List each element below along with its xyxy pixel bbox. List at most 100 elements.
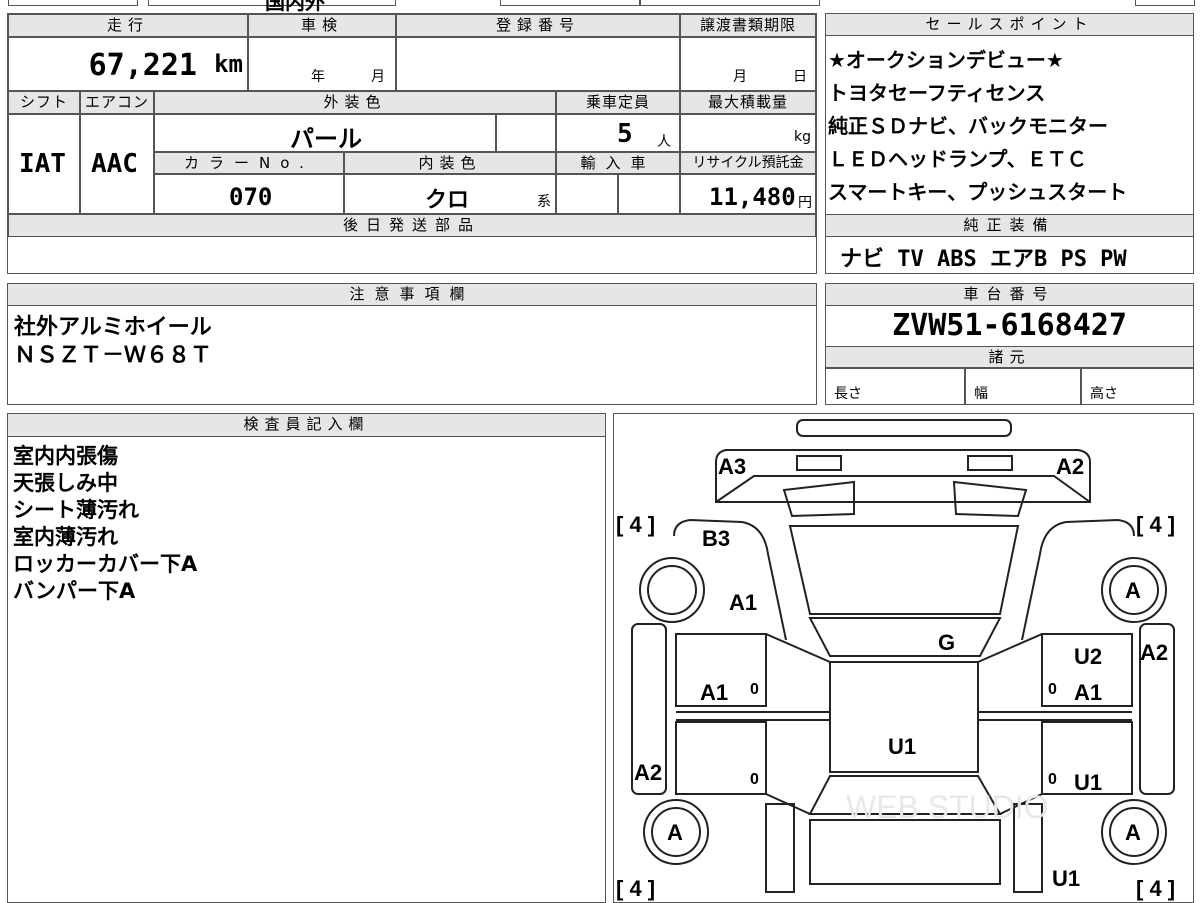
capacity-value: 5 xyxy=(617,119,633,149)
aircon-cell: AAC xyxy=(80,114,154,214)
inspector-line: 室内内張傷 xyxy=(13,444,118,468)
mark-front-right: A2 xyxy=(1056,454,1084,479)
car-diagram: WEB STUDIO [ 4 ] [ 4 ] [ 4 ] [ 4 ] A3 A2… xyxy=(616,419,1175,901)
vehicle-table: 走行 車検 登録番号 譲渡書類期限 67,221 km 年 月 月 日 シフト … xyxy=(7,13,817,274)
aircon-value: AAC xyxy=(91,149,138,179)
shift-cell: IAT xyxy=(8,114,80,214)
inspection-header: 車検 xyxy=(248,14,396,37)
recycle-cell: 11,480 円 xyxy=(680,174,816,214)
mileage-cell: 67,221 km xyxy=(8,37,248,91)
recycle-value: 11,480 xyxy=(709,183,796,211)
length-cell: 長さ xyxy=(825,368,965,405)
sales-points-panel: セールスポイント ★オークションデビュー★ トヨタセーフティセンス 純正ＳＤナビ… xyxy=(825,13,1194,274)
mark-glass: G xyxy=(938,630,955,655)
sales-points-header: セールスポイント xyxy=(825,13,1194,36)
mark-right-rear-door: U1 xyxy=(1074,770,1102,795)
recycle-header: リサイクル預託金 xyxy=(680,152,816,174)
chassis-number: ZVW51-6168427 xyxy=(892,308,1127,343)
registration-header: 登録番号 xyxy=(396,14,680,37)
interior-color-header: 内装色 xyxy=(344,152,556,174)
wheel-left-front-shape xyxy=(639,557,705,623)
hood-vents xyxy=(782,480,1028,518)
tire-right-bottom: [ 4 ] xyxy=(1136,876,1175,901)
mark-left-quarter: A2 xyxy=(634,760,662,785)
exterior-color-cell: パール xyxy=(154,114,496,153)
inspector-line: シート薄汚れ xyxy=(13,498,139,522)
chassis-panel: 車台番号 ZVW51-6168427 諸元 長さ 幅 高さ xyxy=(825,283,1194,405)
mark-front-left: A3 xyxy=(718,454,746,479)
color-no-value: 070 xyxy=(229,183,273,211)
interior-color-value: クロ xyxy=(425,188,470,213)
note-line: 社外アルミホイール xyxy=(14,315,212,340)
mark-left-front-door: A1 xyxy=(729,590,757,615)
inspector-header: 検査員記入欄 xyxy=(7,413,606,437)
windshield-shape xyxy=(788,525,1020,615)
height-cell: 高さ xyxy=(1081,368,1194,405)
capacity-unit: 人 xyxy=(657,134,671,150)
inspector-line: バンパー下A xyxy=(13,579,136,603)
wheel-left-front-inner xyxy=(647,565,697,615)
left-rear-quarter xyxy=(765,803,795,893)
color-no-cell: 070 xyxy=(154,174,344,214)
headlight-left-shape xyxy=(796,455,842,471)
chassis-header: 車台番号 xyxy=(825,283,1194,306)
sales-point-item: スマートキー、プッシュスタート xyxy=(828,180,1128,204)
shift-header: シフト xyxy=(8,91,80,114)
mark-left-fender: B3 xyxy=(702,526,730,551)
sales-point-item: ＬＥＤヘッドランプ、ＥＴＣ xyxy=(828,147,1087,171)
aircon-header: エアコン xyxy=(80,91,154,114)
shift-value: IAT xyxy=(19,149,66,179)
sales-point-item: 純正ＳＤナビ、バックモニター xyxy=(828,114,1108,138)
height-label: 高さ xyxy=(1090,386,1118,402)
mark-wheel-left-rear: A xyxy=(667,820,683,845)
sales-points-list: ★オークションデビュー★ トヨタセーフティセンス 純正ＳＤナビ、バックモニター … xyxy=(828,44,1190,209)
top-strip: 国内外 xyxy=(0,0,1200,14)
later-parts-cell xyxy=(8,237,816,273)
headlight-right-shape xyxy=(967,455,1013,471)
mark-right-fender: U2 xyxy=(1074,644,1102,669)
interior-color-suffix: 系 xyxy=(537,194,551,210)
max-load-header: 最大積載量 xyxy=(680,91,816,114)
front-bumper-shape xyxy=(796,419,1012,437)
exterior-color-extra-cell xyxy=(496,114,556,152)
mark-right-front-door: A1 xyxy=(1074,680,1102,705)
sales-point-item: ★オークションデビュー★ xyxy=(828,48,1064,72)
zero-right-rear: 0 xyxy=(1048,771,1057,788)
specs-header: 諸元 xyxy=(825,346,1194,368)
zero-left-front: 0 xyxy=(750,681,759,698)
inspector-line: 天張しみ中 xyxy=(13,471,118,495)
note-line: ＮＳＺＴ－Ｗ６８Ｔ xyxy=(14,343,213,368)
tire-left-top: [ 4 ] xyxy=(616,512,655,537)
width-label: 幅 xyxy=(974,386,988,402)
capacity-cell: 5 人 xyxy=(556,114,680,152)
right-body-outline xyxy=(1021,518,1135,641)
transfer-day: 日 xyxy=(793,69,807,85)
inspector-list: 室内内張傷 天張しみ中 シート薄汚れ 室内薄汚れ ロッカーカバー下A バンパー下… xyxy=(13,443,197,605)
mark-wheel-right-front: A xyxy=(1125,578,1141,603)
zero-left-rear: 0 xyxy=(750,771,759,788)
cabin-front-shape xyxy=(808,617,1002,657)
car-diagram-panel: WEB STUDIO [ 4 ] [ 4 ] [ 4 ] [ 4 ] A3 A2… xyxy=(613,413,1194,903)
notes-panel: 注意事項欄 社外アルミホイール ＮＳＺＴ－Ｗ６８Ｔ xyxy=(7,283,817,405)
inspector-panel: 検査員記入欄 室内内張傷 天張しみ中 シート薄汚れ 室内薄汚れ ロッカーカバー下… xyxy=(7,413,606,903)
mileage-header: 走行 xyxy=(8,14,248,37)
inspector-line: 室内薄汚れ xyxy=(13,525,118,549)
inspection-cell: 年 月 xyxy=(248,37,396,91)
trunk-shape xyxy=(809,819,1001,885)
mileage-value: 67,221 xyxy=(88,48,197,83)
width-cell: 幅 xyxy=(965,368,1081,405)
inspector-line: ロッカーカバー下A xyxy=(13,552,198,576)
max-load-unit: kg xyxy=(794,129,811,145)
tire-right-top: [ 4 ] xyxy=(1136,512,1175,537)
capacity-header: 乗車定員 xyxy=(556,91,680,114)
genuine-equipment-header: 純正装備 xyxy=(825,214,1194,237)
import-header: 輸入車 xyxy=(556,152,680,174)
zero-right-front: 0 xyxy=(1048,681,1057,698)
color-no-header: カラーNo. xyxy=(154,152,344,174)
sales-point-item: トヨタセーフティセンス xyxy=(828,81,1046,105)
hood-outline xyxy=(715,475,1091,503)
recycle-unit: 円 xyxy=(798,195,812,211)
mark-right-rear-bottom: U1 xyxy=(1052,866,1080,891)
max-load-cell: kg xyxy=(680,114,816,152)
interior-color-cell: クロ 系 xyxy=(344,174,556,214)
